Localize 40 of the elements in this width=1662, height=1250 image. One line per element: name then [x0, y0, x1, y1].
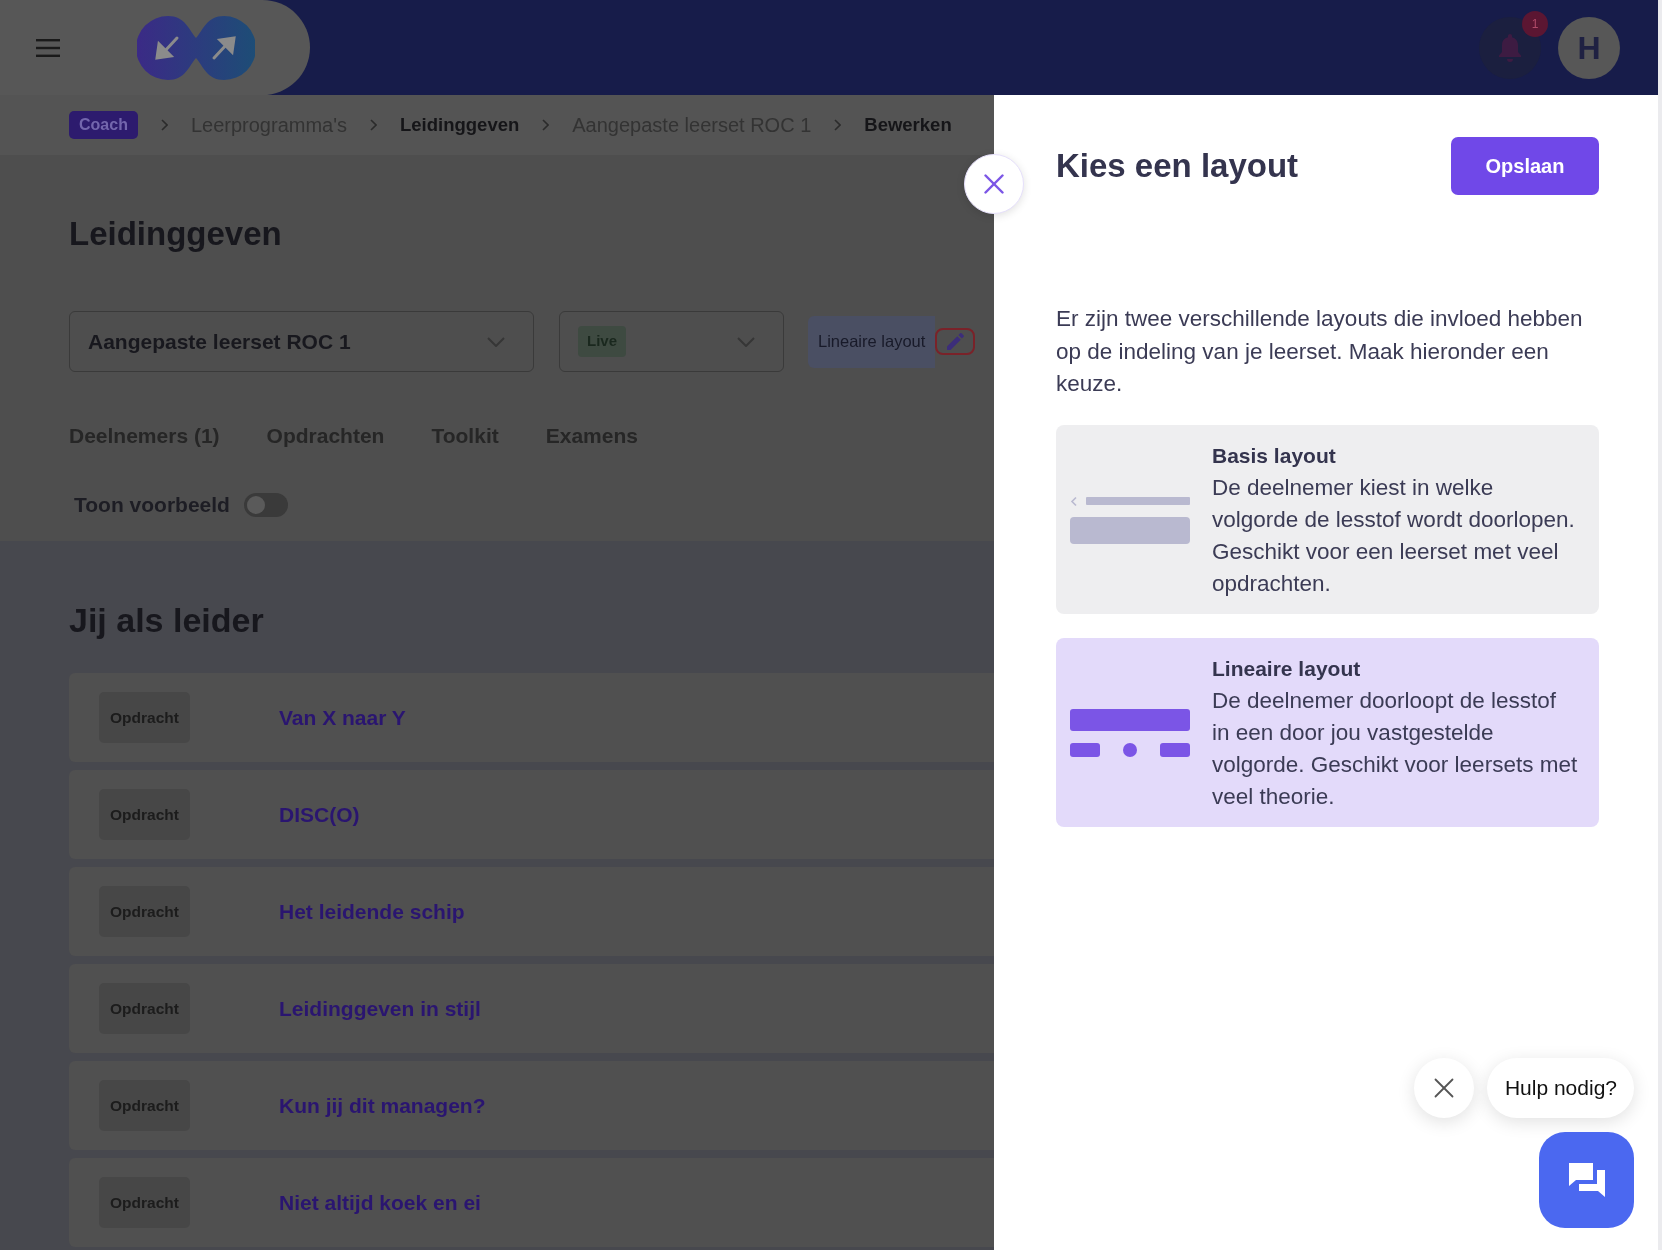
assignment-title[interactable]: Niet altijd koek en ei	[279, 1186, 481, 1219]
layout-option[interactable]: Basis layout De deelnemer kiest in welke volgorde de lesstof wordt doorlopen. Geschikt voor een leerset met veel opdrachten.	[1056, 424, 1599, 614]
close-icon	[984, 174, 1004, 194]
preview-toggle[interactable]	[243, 492, 288, 517]
role-tag[interactable]: Coach	[69, 111, 138, 139]
close-icon	[1433, 1078, 1454, 1098]
assignment-title[interactable]: Leidinggeven in stijl	[279, 992, 481, 1025]
option-title: Basis layout	[1212, 442, 1337, 469]
option-title: Lineaire layout	[1212, 655, 1362, 682]
option-description: De deelnemer kiest in welke volgorde de lesstof wordt doorlopen. Geschikt voor een leerset met veel opdrachten.	[1212, 473, 1576, 598]
assignment-title[interactable]: Kun jij dit managen?	[279, 1089, 486, 1122]
assignment-title[interactable]: DISC(O)	[279, 798, 360, 831]
assignment-title[interactable]: Het leidende schip	[279, 895, 465, 928]
drawer-title: Kies een layout	[1056, 146, 1299, 186]
bell-icon	[1498, 33, 1522, 62]
chat-button[interactable]	[1539, 1132, 1634, 1228]
save-button[interactable]: Opslaan	[1451, 137, 1599, 195]
chevron-down-icon	[737, 336, 755, 347]
chevron-down-icon	[487, 336, 505, 347]
assignment-title[interactable]: Van X naar Y	[279, 701, 406, 734]
layout-option[interactable]: Lineaire layout De deelnemer doorloopt de lesstof in een door jou vastgestelde volgorde. Geschikt voor leersets met veel theorie.	[1056, 637, 1599, 827]
infinity-logo-icon[interactable]	[137, 15, 255, 80]
chevron-right-icon	[160, 119, 168, 131]
notification-count: 1	[1522, 10, 1548, 37]
page-title: Leidinggeven	[69, 216, 283, 252]
breadcrumb-link[interactable]: Bewerken	[864, 111, 952, 139]
user-avatar[interactable]: H	[1558, 16, 1620, 79]
chevron-right-icon	[370, 119, 377, 131]
chevron-right-icon	[834, 119, 842, 131]
layout-preview-icon	[1070, 708, 1190, 757]
chat-icon	[1566, 1161, 1607, 1199]
menu-icon[interactable]	[36, 38, 60, 57]
help-bubble[interactable]: Hulp nodig?	[1486, 1058, 1634, 1118]
breadcrumb-link[interactable]: Leidinggeven	[400, 111, 520, 139]
option-description: De deelnemer doorloopt de lesstof in een door jou vastgestelde volgorde. Geschikt voor leersets met veel theorie.	[1212, 686, 1579, 811]
layout-tag: Lineaire layout	[808, 315, 936, 368]
pencil-icon	[946, 333, 964, 350]
layout-preview-icon	[1070, 495, 1190, 544]
intro-text: Er zijn twee verschillende layouts die invloed hebben op de indeling van je leerset. Maak hieronder een keuze.	[1056, 305, 1584, 398]
chevron-right-icon	[542, 119, 550, 131]
